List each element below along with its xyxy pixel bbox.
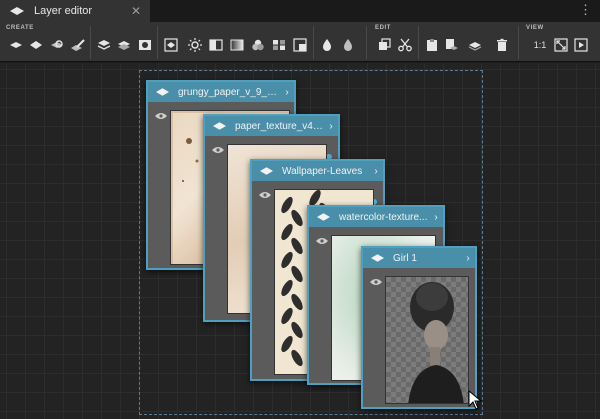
blur-button[interactable] bbox=[319, 37, 335, 53]
pattern-icon bbox=[273, 40, 285, 50]
pattern-button[interactable] bbox=[271, 37, 287, 53]
section-label-create: CREATE bbox=[6, 25, 34, 31]
eye-icon[interactable] bbox=[316, 237, 328, 245]
chevron-right-icon[interactable]: › bbox=[429, 212, 443, 223]
more-menu-icon[interactable]: ⋮ bbox=[579, 2, 592, 18]
toolbar-separator bbox=[418, 26, 419, 59]
flatten-button[interactable] bbox=[467, 37, 483, 53]
drop-outline-icon bbox=[344, 39, 352, 51]
mouse-pointer-icon bbox=[468, 390, 482, 410]
fit-screen-icon bbox=[554, 38, 568, 52]
layer-icon bbox=[156, 88, 169, 96]
tab-title: Layer editor bbox=[34, 5, 93, 17]
play-preview-button[interactable] bbox=[573, 37, 589, 53]
color-channels-button[interactable] bbox=[250, 37, 266, 53]
toolbar-separator bbox=[366, 26, 367, 59]
chevron-right-icon[interactable]: › bbox=[369, 166, 383, 177]
duplicate-button[interactable] bbox=[377, 37, 393, 53]
tab-layer-editor[interactable]: Layer editor ✕ bbox=[0, 0, 150, 22]
section-label-edit: EDIT bbox=[375, 25, 392, 31]
toolbar-separator bbox=[313, 26, 314, 59]
layer-name: Girl 1 bbox=[393, 252, 417, 264]
layer-thumbnail bbox=[385, 276, 469, 404]
layers-stack-icon bbox=[97, 40, 111, 50]
delete-button[interactable] bbox=[494, 37, 510, 53]
toolbar: CREATE EDIT VIEW 1:1 bbox=[0, 22, 600, 62]
trash-icon bbox=[497, 38, 507, 51]
flatten-icon bbox=[468, 42, 482, 51]
sharpen-button[interactable] bbox=[340, 37, 356, 53]
merge-layers-button[interactable] bbox=[116, 37, 132, 53]
eye-icon[interactable] bbox=[155, 112, 167, 120]
gradient-button[interactable] bbox=[229, 37, 245, 53]
stack-layers-button[interactable] bbox=[96, 37, 112, 53]
chevron-right-icon[interactable]: › bbox=[324, 121, 338, 132]
new-layer-icon bbox=[10, 42, 22, 48]
layer-name: Wallpaper-Leaves bbox=[282, 165, 363, 177]
color-channels-icon bbox=[252, 39, 264, 51]
chevron-right-icon[interactable]: › bbox=[461, 253, 475, 264]
layer-icon bbox=[317, 213, 330, 221]
brush-icon bbox=[71, 39, 85, 51]
canvas-area[interactable]: grungy_paper_v_9_by... › paper_texture_v… bbox=[0, 63, 600, 419]
section-label-view: VIEW bbox=[526, 25, 544, 31]
fit-to-screen-button[interactable] bbox=[553, 37, 569, 53]
layer-name: grungy_paper_v_9_by... bbox=[178, 86, 280, 98]
scissors-icon bbox=[398, 38, 412, 52]
layer-solid-icon bbox=[30, 41, 42, 49]
layer-icon bbox=[371, 254, 384, 262]
crop-icon bbox=[293, 38, 307, 52]
close-icon[interactable]: ✕ bbox=[131, 4, 141, 18]
eye-icon[interactable] bbox=[259, 191, 271, 199]
toolbar-separator bbox=[90, 26, 91, 59]
layer-header[interactable]: Girl 1 › bbox=[363, 248, 475, 268]
filter-layer-button[interactable] bbox=[163, 37, 179, 53]
paste-button[interactable] bbox=[424, 37, 440, 53]
toolbar-separator bbox=[518, 26, 519, 59]
layer-header[interactable]: grungy_paper_v_9_by... › bbox=[148, 82, 294, 102]
play-icon bbox=[574, 38, 588, 52]
layer-mask-button[interactable] bbox=[137, 37, 153, 53]
gradient-icon bbox=[230, 39, 244, 51]
layer-name: paper_texture_v4_... bbox=[235, 120, 324, 132]
layer-icon bbox=[260, 167, 273, 175]
paste-into-icon bbox=[446, 39, 458, 50]
adjust-brightness-button[interactable] bbox=[187, 37, 203, 53]
crop-button[interactable] bbox=[292, 37, 308, 53]
brightness-icon bbox=[188, 38, 202, 52]
layer-header[interactable]: paper_texture_v4_... › bbox=[205, 116, 338, 136]
layer-header[interactable]: watercolor-texture... › bbox=[309, 207, 443, 227]
layers-merge-icon bbox=[118, 41, 130, 50]
eye-icon[interactable] bbox=[370, 278, 382, 286]
layer-effect-icon bbox=[51, 40, 63, 48]
toolbar-separator bbox=[157, 26, 158, 59]
layer-name: watercolor-texture... bbox=[339, 211, 428, 223]
drop-icon bbox=[323, 39, 331, 51]
clipboard-icon bbox=[427, 39, 437, 51]
chevron-right-icon[interactable]: › bbox=[280, 87, 294, 98]
portrait-thumbnail bbox=[408, 282, 464, 403]
layer-icon bbox=[213, 122, 226, 130]
levels-icon bbox=[209, 39, 223, 51]
layer-header[interactable]: Wallpaper-Leaves › bbox=[252, 161, 383, 181]
zoom-actual-size-button[interactable]: 1:1 bbox=[529, 37, 551, 53]
new-layer-button[interactable] bbox=[8, 37, 24, 53]
new-layer-alt-button[interactable] bbox=[28, 37, 44, 53]
cut-button[interactable] bbox=[397, 37, 413, 53]
duplicate-icon bbox=[379, 38, 391, 50]
eye-icon[interactable] bbox=[212, 146, 224, 154]
tab-bar: Layer editor ✕ ⋮ bbox=[0, 0, 600, 22]
paste-into-button[interactable] bbox=[444, 37, 460, 53]
mask-icon bbox=[139, 40, 151, 50]
layer-card[interactable]: Girl 1 › bbox=[361, 246, 477, 409]
layer-effect-button[interactable] bbox=[49, 37, 65, 53]
levels-button[interactable] bbox=[208, 37, 224, 53]
filter-icon bbox=[164, 38, 178, 52]
brush-layer-button[interactable] bbox=[70, 37, 86, 53]
layer-icon bbox=[10, 7, 24, 15]
